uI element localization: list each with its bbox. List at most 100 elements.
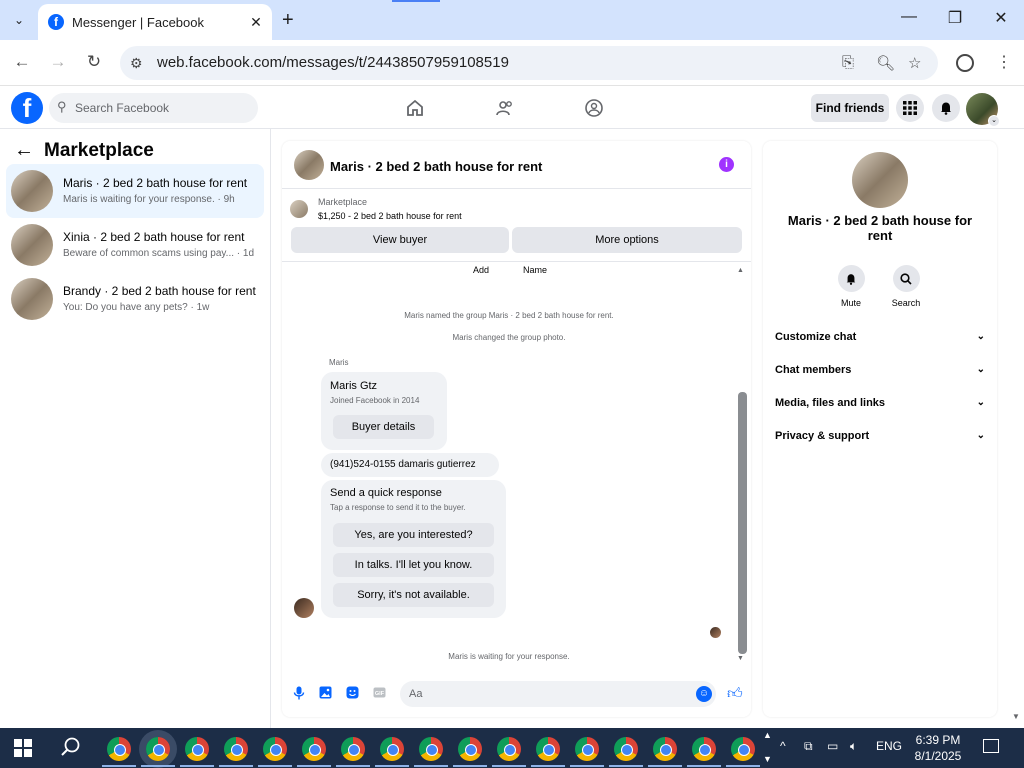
taskbar-chrome-icon[interactable]	[575, 737, 599, 761]
group-avatar[interactable]	[852, 152, 908, 208]
home-icon[interactable]	[404, 97, 426, 119]
page-scroll-down-icon[interactable]: ▼	[1012, 712, 1020, 721]
minimize-icon[interactable]: —	[894, 8, 924, 26]
windows-taskbar: ▲ ▼ ^ ⧉ ▭ 🔈︎ ENG 6:39 PM 8/1/2025	[0, 728, 1024, 768]
chat-avatar[interactable]	[294, 150, 324, 180]
taskbar-chrome-icon[interactable]	[263, 737, 287, 761]
zoom-icon[interactable]: 🔍︎	[876, 54, 895, 72]
url-text[interactable]: web.facebook.com/messages/t/244385079591…	[157, 54, 509, 71]
taskbar-running-indicator	[414, 765, 448, 767]
privacy-support-section[interactable]: Privacy & support ⌄	[775, 430, 985, 450]
restore-icon[interactable]: ❐	[940, 8, 970, 28]
chat-scrollbar[interactable]: ▲ ▼	[737, 267, 747, 665]
scroll-down-icon[interactable]: ▼	[737, 655, 744, 662]
browser-tab[interactable]: f Messenger | Facebook ✕	[38, 4, 272, 40]
taskbar-chrome-icon[interactable]	[224, 737, 248, 761]
conversation-avatar	[11, 170, 53, 212]
bookmark-star-icon[interactable]: ☆	[908, 54, 921, 72]
taskbar-chrome-icon[interactable]	[380, 737, 404, 761]
taskbar-scroll-down-icon[interactable]: ▼	[763, 754, 772, 764]
taskbar-chrome-icon[interactable]	[185, 737, 209, 761]
emoji-icon[interactable]: ☺	[696, 686, 712, 702]
quick-reply-yes-button[interactable]: Yes, are you interested?	[333, 523, 494, 547]
taskbar-running-indicator	[336, 765, 370, 767]
show-hidden-icons-icon[interactable]: ^	[780, 739, 786, 753]
media-files-links-section[interactable]: Media, files and links ⌄	[775, 397, 985, 417]
back-arrow-icon[interactable]: ←	[14, 139, 34, 162]
taskbar-chrome-icon[interactable]	[653, 737, 677, 761]
back-icon[interactable]: ←	[10, 52, 34, 72]
reload-icon[interactable]: ↻	[82, 52, 106, 72]
gif-icon[interactable]: GIF	[373, 686, 386, 702]
thumbs-up-icon[interactable]: 👍︎	[727, 685, 743, 703]
install-app-icon[interactable]: ⎘	[842, 54, 854, 71]
chat-title[interactable]: Maris · 2 bed 2 bath house for rent	[330, 159, 542, 174]
sticker-icon[interactable]	[346, 686, 359, 702]
customize-chat-section[interactable]: Customize chat ⌄	[775, 331, 985, 351]
taskbar-chrome-icon[interactable]	[146, 737, 170, 761]
site-info-icon[interactable]: ⚙	[130, 55, 143, 72]
forward-icon[interactable]: →	[46, 52, 70, 72]
tab-title: Messenger | Facebook	[72, 14, 204, 30]
search-label: Search	[891, 298, 921, 308]
microphone-icon[interactable]	[293, 686, 305, 703]
notifications-icon[interactable]	[983, 739, 999, 753]
close-window-icon[interactable]: ✕	[986, 8, 1016, 28]
account-avatar[interactable]: ⌄	[966, 93, 1000, 127]
section-label: Media, files and links	[775, 397, 886, 409]
buyer-details-button[interactable]: Buyer details	[333, 415, 434, 439]
language-indicator[interactable]: ENG	[876, 739, 902, 753]
chat-members-section[interactable]: Chat members ⌄	[775, 364, 985, 384]
waiting-message: Maris is waiting for your response.	[448, 652, 570, 661]
taskbar-scroll-up-icon[interactable]: ▲	[763, 730, 772, 740]
volume-icon[interactable]: 🔈︎	[850, 739, 857, 754]
more-options-button[interactable]: More options	[512, 227, 742, 253]
notifications-bell-icon[interactable]	[932, 94, 960, 122]
taskbar-chrome-icon[interactable]	[497, 737, 521, 761]
taskbar-search-icon[interactable]	[60, 736, 82, 764]
quick-reply-talks-button[interactable]: In talks. I'll let you know.	[333, 553, 494, 577]
search-in-chat-button[interactable]: Search	[881, 265, 931, 308]
taskbar-chrome-icon[interactable]	[536, 737, 560, 761]
omnibox[interactable]: ⚙ web.facebook.com/messages/t/2443850795…	[120, 46, 938, 80]
profile-icon[interactable]	[956, 54, 974, 72]
scroll-up-icon[interactable]: ▲	[737, 267, 744, 274]
conversation-item-brandy[interactable]: Brandy · 2 bed 2 bath house for rent You…	[6, 272, 264, 326]
meet-now-icon[interactable]: ⧉	[804, 739, 813, 754]
taskbar-chrome-icon[interactable]	[419, 737, 443, 761]
new-tab-icon[interactable]: +	[282, 9, 294, 32]
listing-price: $1,250 - 2 bed 2 bath house for rent	[318, 211, 462, 221]
menu-kebab-icon[interactable]: ⋮	[996, 52, 1012, 72]
find-friends-button[interactable]: Find friends	[811, 94, 889, 122]
facebook-search-input[interactable]: ⚲ Search Facebook	[49, 93, 258, 123]
mute-button[interactable]: Mute	[826, 265, 876, 308]
network-icon[interactable]: ▭	[827, 739, 838, 753]
taskbar-chrome-icon[interactable]	[341, 737, 365, 761]
groups-icon[interactable]	[583, 97, 605, 119]
quick-reply-unavailable-button[interactable]: Sorry, it's not available.	[333, 583, 494, 607]
taskbar-chrome-icon[interactable]	[731, 737, 755, 761]
windows-start-icon[interactable]	[14, 739, 32, 757]
friends-icon[interactable]	[494, 97, 516, 119]
taskbar-chrome-icon[interactable]	[614, 737, 638, 761]
photo-icon[interactable]	[319, 686, 332, 702]
menu-grid-icon[interactable]	[896, 94, 924, 122]
section-label: Chat members	[775, 364, 852, 376]
taskbar-chrome-icon[interactable]	[458, 737, 482, 761]
scroll-thumb[interactable]	[738, 392, 747, 654]
taskbar-chrome-icon[interactable]	[302, 737, 326, 761]
conversation-item-xinia[interactable]: Xinia · 2 bed 2 bath house for rent Bewa…	[6, 218, 264, 272]
taskbar-chrome-icon[interactable]	[107, 737, 131, 761]
name-label: Name	[523, 265, 548, 275]
taskbar-chrome-icon[interactable]	[692, 737, 716, 761]
info-icon[interactable]: i	[719, 157, 734, 172]
view-buyer-button[interactable]: View buyer	[291, 227, 509, 253]
message-input[interactable]: Aa ☺	[400, 681, 716, 707]
taskbar-running-indicator	[219, 765, 253, 767]
chat-header: Maris · 2 bed 2 bath house for rent i	[282, 141, 751, 189]
close-tab-icon[interactable]: ✕	[246, 14, 266, 31]
tab-search-chevron-icon[interactable]: ⌄	[8, 9, 30, 31]
conversation-item-maris[interactable]: Maris · 2 bed 2 bath house for rent Mari…	[6, 164, 264, 218]
facebook-logo-icon[interactable]: f	[11, 92, 43, 124]
clock[interactable]: 6:39 PM 8/1/2025	[910, 732, 966, 764]
